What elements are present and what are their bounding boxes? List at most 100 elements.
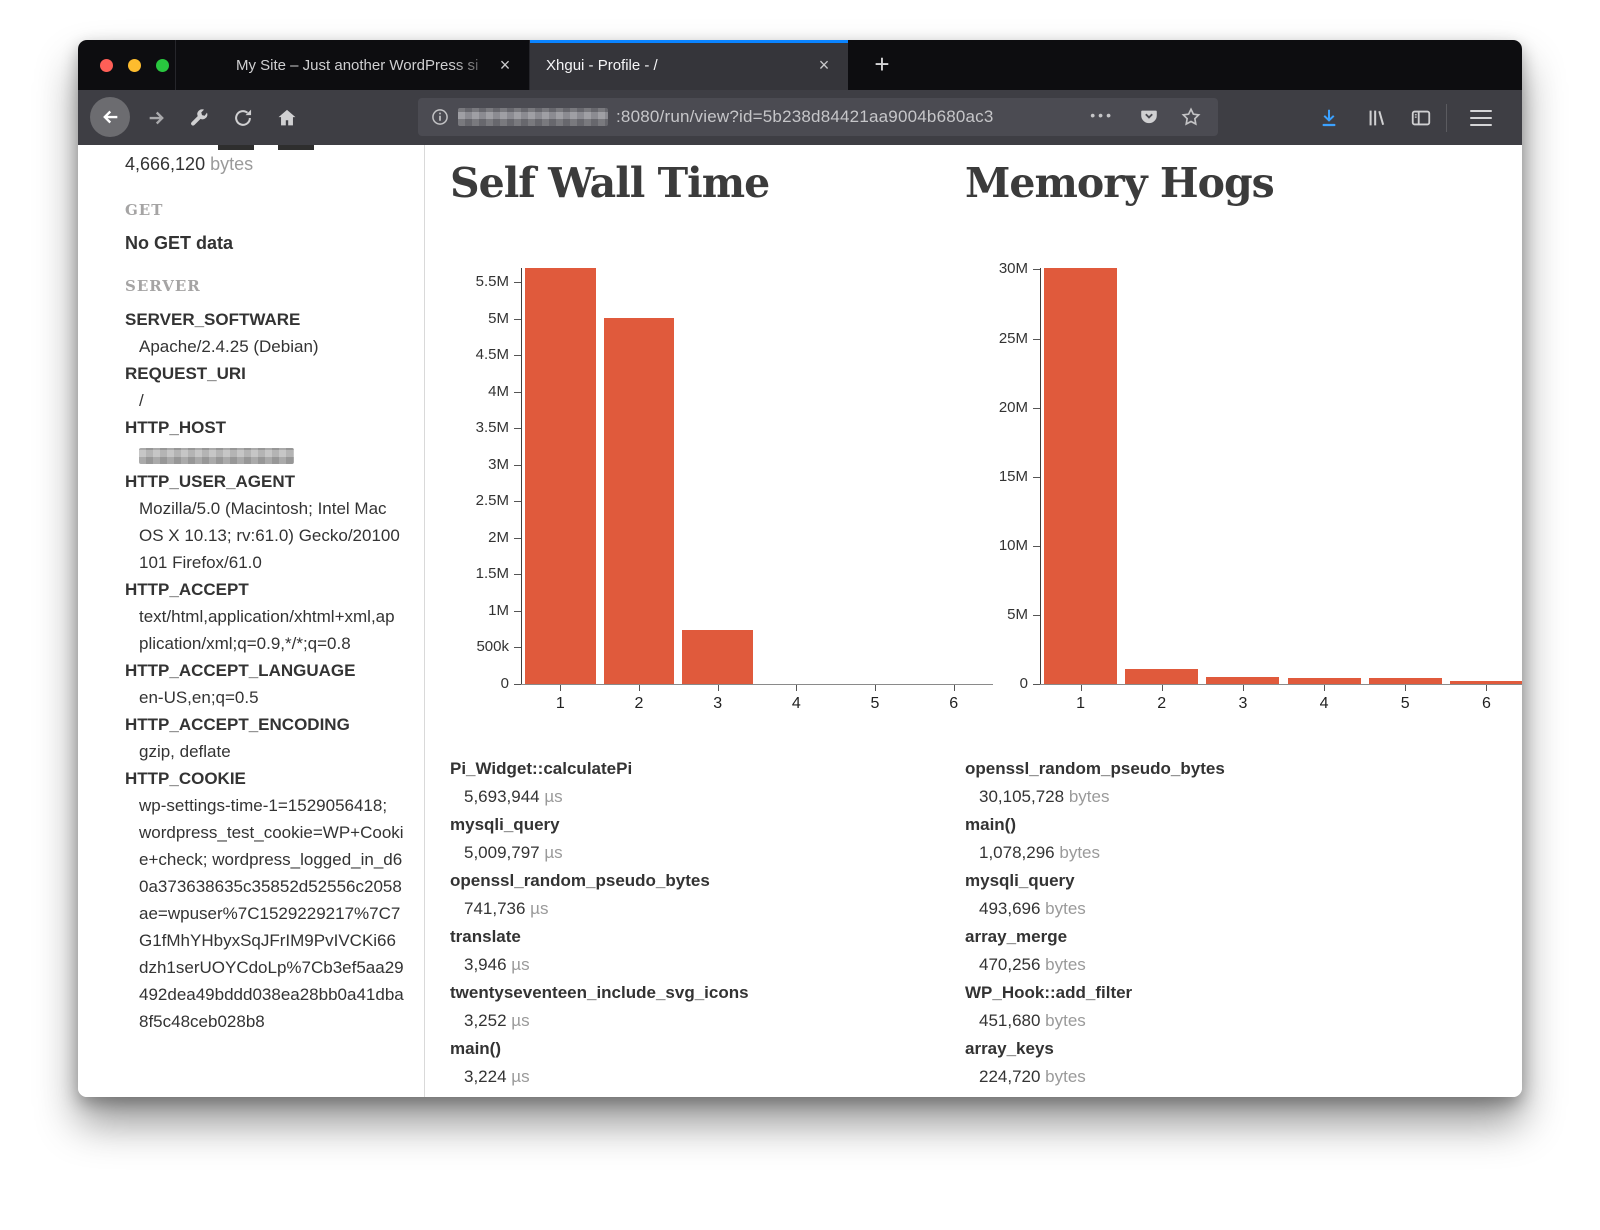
zoom-window-button[interactable] bbox=[156, 59, 169, 72]
no-get-data-message: No GET data bbox=[125, 232, 404, 254]
function-value-number: 3,946 bbox=[464, 955, 507, 974]
y-axis-tick-mark bbox=[514, 538, 521, 539]
chart-bar[interactable] bbox=[682, 630, 753, 684]
function-name[interactable]: openssl_random_pseudo_bytes bbox=[450, 867, 951, 895]
y-axis-tick-label: 15M bbox=[968, 467, 1028, 487]
x-axis-tick-mark bbox=[954, 685, 955, 691]
clipped-text-remnant bbox=[218, 145, 254, 150]
chart-bar[interactable] bbox=[1288, 678, 1361, 684]
y-axis-tick-mark bbox=[514, 428, 521, 429]
memory-hogs-title: Memory Hogs bbox=[965, 163, 1274, 204]
x-axis-tick-mark bbox=[1486, 685, 1487, 691]
x-axis-tick-label: 4 bbox=[1304, 695, 1344, 713]
home-icon[interactable] bbox=[276, 107, 298, 129]
function-value-number: 451,680 bbox=[979, 1011, 1040, 1030]
function-value-unit: µs bbox=[507, 955, 530, 974]
chart-bar[interactable] bbox=[1450, 681, 1522, 684]
back-button[interactable] bbox=[90, 97, 130, 137]
tab-title: Xhgui - Profile - / bbox=[546, 40, 804, 90]
close-tab-icon[interactable]: × bbox=[493, 53, 517, 77]
function-name[interactable]: mysqli_query bbox=[450, 811, 951, 839]
y-axis-tick-label: 30M bbox=[968, 259, 1028, 279]
page-actions-icon[interactable]: ••• bbox=[1090, 107, 1114, 123]
y-axis-tick-mark bbox=[514, 392, 521, 393]
get-section-header: GET bbox=[125, 202, 404, 218]
server-key: HTTP_USER_AGENT bbox=[125, 468, 404, 495]
y-axis-tick-mark bbox=[514, 647, 521, 648]
y-axis-tick-label: 20M bbox=[968, 398, 1028, 418]
y-axis-tick-label: 25M bbox=[968, 329, 1028, 349]
x-axis-tick-mark bbox=[1081, 685, 1082, 691]
close-window-button[interactable] bbox=[100, 59, 113, 72]
function-value-unit: µs bbox=[525, 899, 548, 918]
site-info-icon[interactable] bbox=[430, 107, 450, 127]
minimize-window-button[interactable] bbox=[128, 59, 141, 72]
y-axis-tick-label: 5.5M bbox=[449, 272, 509, 292]
library-icon[interactable] bbox=[1366, 107, 1388, 129]
x-axis-tick-mark bbox=[560, 685, 561, 691]
function-name[interactable]: main() bbox=[450, 1035, 951, 1063]
server-value: / bbox=[139, 387, 404, 414]
function-name[interactable]: Pi_Widget::calculatePi bbox=[450, 755, 951, 783]
tab-xhgui-profile[interactable]: Xhgui - Profile - / × bbox=[530, 40, 848, 90]
server-value: text/html,application/xhtml+xml,applicat… bbox=[139, 603, 404, 657]
y-axis-tick-label: 2M bbox=[449, 528, 509, 548]
y-axis-tick-label: 500k bbox=[449, 637, 509, 657]
y-axis-tick-label: 0 bbox=[449, 674, 509, 694]
x-axis-tick-mark bbox=[639, 685, 640, 691]
url-host-redacted bbox=[458, 108, 608, 126]
tab-title-fade bbox=[453, 40, 495, 90]
x-axis-tick-mark bbox=[1405, 685, 1406, 691]
forward-button[interactable] bbox=[146, 107, 168, 129]
y-axis-tick-label: 0 bbox=[968, 674, 1028, 694]
new-tab-button[interactable]: + bbox=[865, 48, 899, 82]
function-name[interactable]: translate bbox=[450, 923, 951, 951]
url-bar[interactable]: :8080/run/view?id=5b238d84421aa9004b680a… bbox=[418, 98, 1218, 136]
tab-wordpress-site[interactable]: My Site – Just another WordPress si × bbox=[175, 40, 530, 90]
function-name[interactable]: array_keys bbox=[965, 1035, 1522, 1063]
function-value: 741,736 µs bbox=[464, 895, 951, 923]
chart-bar[interactable] bbox=[604, 318, 675, 684]
function-name[interactable]: WP_Hook::add_filter bbox=[965, 979, 1522, 1007]
function-value-number: 5,009,797 bbox=[464, 843, 540, 862]
chart-bar[interactable] bbox=[1369, 678, 1442, 684]
function-name[interactable]: mysqli_query bbox=[965, 867, 1522, 895]
y-axis-tick-mark bbox=[1033, 477, 1040, 478]
bookmark-star-icon[interactable] bbox=[1180, 106, 1202, 128]
function-value-unit: bytes bbox=[1040, 1067, 1085, 1086]
y-axis-tick-mark bbox=[514, 319, 521, 320]
x-axis-tick-label: 4 bbox=[776, 695, 816, 713]
plot-area: 05M10M15M20M25M30M123456 bbox=[1040, 268, 1522, 685]
chart-bar[interactable] bbox=[1206, 677, 1279, 684]
chart-bar[interactable] bbox=[1044, 268, 1117, 684]
function-name[interactable]: array_merge bbox=[965, 923, 1522, 951]
download-icon[interactable] bbox=[1318, 107, 1340, 129]
x-axis-tick-mark bbox=[1243, 685, 1244, 691]
x-axis-tick-mark bbox=[796, 685, 797, 691]
menu-icon[interactable] bbox=[1470, 110, 1492, 126]
url-text[interactable]: :8080/run/view?id=5b238d84421aa9004b680a… bbox=[616, 107, 994, 127]
chart-bar[interactable] bbox=[1125, 669, 1198, 684]
close-tab-icon[interactable]: × bbox=[812, 53, 836, 77]
request-sidebar: 4,666,120 bytes GET No GET data SERVER S… bbox=[78, 145, 425, 1097]
server-key: HTTP_ACCEPT_ENCODING bbox=[125, 711, 404, 738]
function-name[interactable]: twentyseventeen_include_svg_icons bbox=[450, 979, 951, 1007]
function-value-unit: bytes bbox=[1040, 955, 1085, 974]
memory-hogs-panel: Memory Hogs 05M10M15M20M25M30M123456 ope… bbox=[965, 145, 1522, 1097]
pocket-icon[interactable] bbox=[1138, 106, 1160, 128]
function-name[interactable]: main() bbox=[965, 811, 1522, 839]
wrench-icon[interactable] bbox=[188, 107, 210, 129]
sidebar-toggle-icon[interactable] bbox=[1410, 107, 1432, 129]
url-text-fade bbox=[1020, 98, 1080, 136]
chart-bar[interactable] bbox=[525, 268, 596, 684]
back-arrow-icon bbox=[99, 106, 121, 128]
y-axis-tick-label: 3M bbox=[449, 455, 509, 475]
window-controls bbox=[100, 59, 169, 72]
server-value bbox=[139, 441, 404, 468]
function-value-number: 3,252 bbox=[464, 1011, 507, 1030]
x-axis-tick-label: 3 bbox=[1223, 695, 1263, 713]
reload-icon[interactable] bbox=[232, 107, 254, 129]
y-axis-tick-label: 5M bbox=[968, 605, 1028, 625]
function-name[interactable]: openssl_random_pseudo_bytes bbox=[965, 755, 1522, 783]
function-value-unit: µs bbox=[507, 1011, 530, 1030]
